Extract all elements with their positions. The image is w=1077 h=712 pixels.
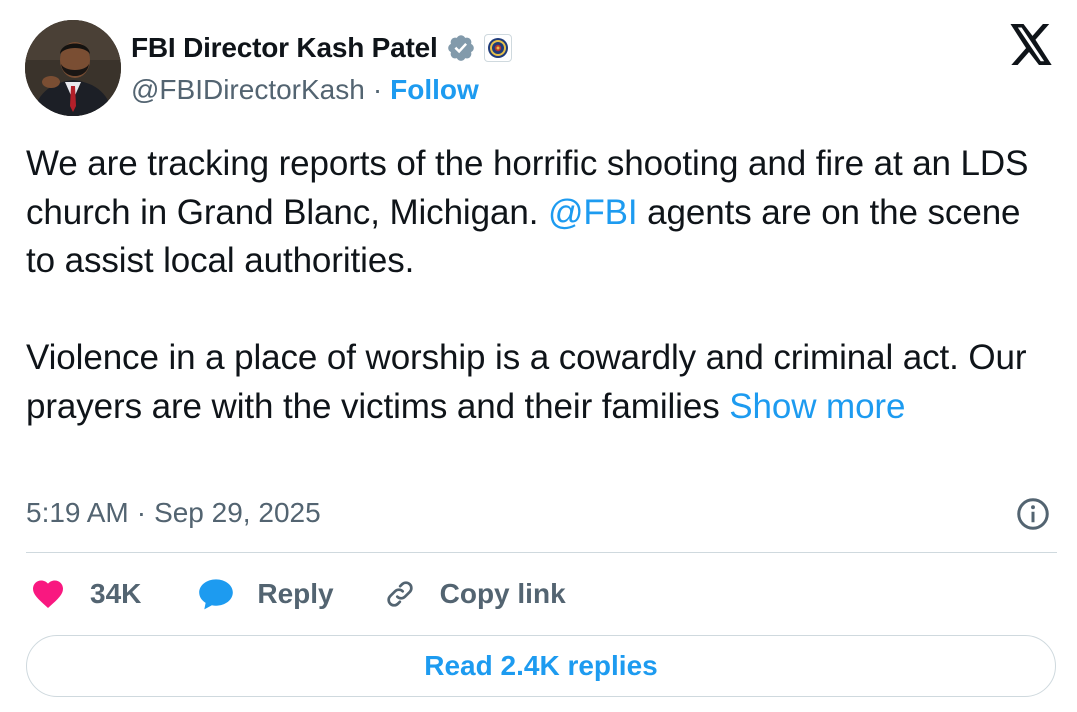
handle-separator: · bbox=[372, 74, 383, 105]
tweet-date: Sep 29, 2025 bbox=[154, 497, 321, 528]
verified-badge-icon[interactable] bbox=[446, 33, 476, 63]
author-handle[interactable]: @FBIDirectorKash bbox=[131, 74, 365, 106]
read-replies-button[interactable]: Read 2.4K replies bbox=[26, 635, 1056, 697]
speech-bubble-icon bbox=[197, 576, 235, 612]
tweet-time: 5:19 AM bbox=[26, 497, 129, 528]
like-count: 34K bbox=[90, 578, 142, 609]
fbi-seal-icon[interactable] bbox=[483, 34, 512, 62]
action-bar: 34K Reply Copy link bbox=[30, 572, 566, 616]
like-button[interactable]: 34K bbox=[30, 576, 141, 612]
timestamp-separator: · bbox=[136, 497, 147, 528]
tweet-paragraph-2: Violence in a place of worship is a cowa… bbox=[26, 334, 1046, 431]
x-logo-icon[interactable] bbox=[1008, 24, 1054, 66]
tweet-text: We are tracking reports of the horrific … bbox=[26, 140, 1046, 431]
follow-button[interactable]: Follow bbox=[390, 74, 479, 106]
divider bbox=[26, 552, 1057, 553]
info-icon[interactable] bbox=[1015, 496, 1051, 532]
mention-link[interactable]: @FBI bbox=[548, 193, 638, 232]
link-icon bbox=[382, 576, 418, 612]
avatar[interactable] bbox=[25, 20, 121, 116]
tweet-paragraph-1: We are tracking reports of the horrific … bbox=[26, 140, 1046, 286]
tweet-card: FBI Director Kash Patel @FBIDirectorKash… bbox=[0, 0, 1077, 712]
read-replies-label: Read 2.4K replies bbox=[424, 650, 658, 681]
reply-button[interactable]: Reply bbox=[197, 576, 334, 612]
author-handle-row: @FBIDirectorKash · Follow bbox=[131, 72, 479, 108]
timestamp[interactable]: 5:19 AM · Sep 29, 2025 bbox=[26, 494, 321, 532]
copy-link-label: Copy link bbox=[439, 578, 566, 609]
show-more-link[interactable]: Show more bbox=[729, 387, 905, 426]
author-name-row: FBI Director Kash Patel bbox=[131, 28, 512, 68]
copy-link-button[interactable]: Copy link bbox=[382, 576, 566, 612]
reply-label: Reply bbox=[257, 578, 334, 609]
heart-icon bbox=[30, 576, 66, 612]
author-display-name[interactable]: FBI Director Kash Patel bbox=[131, 32, 438, 64]
